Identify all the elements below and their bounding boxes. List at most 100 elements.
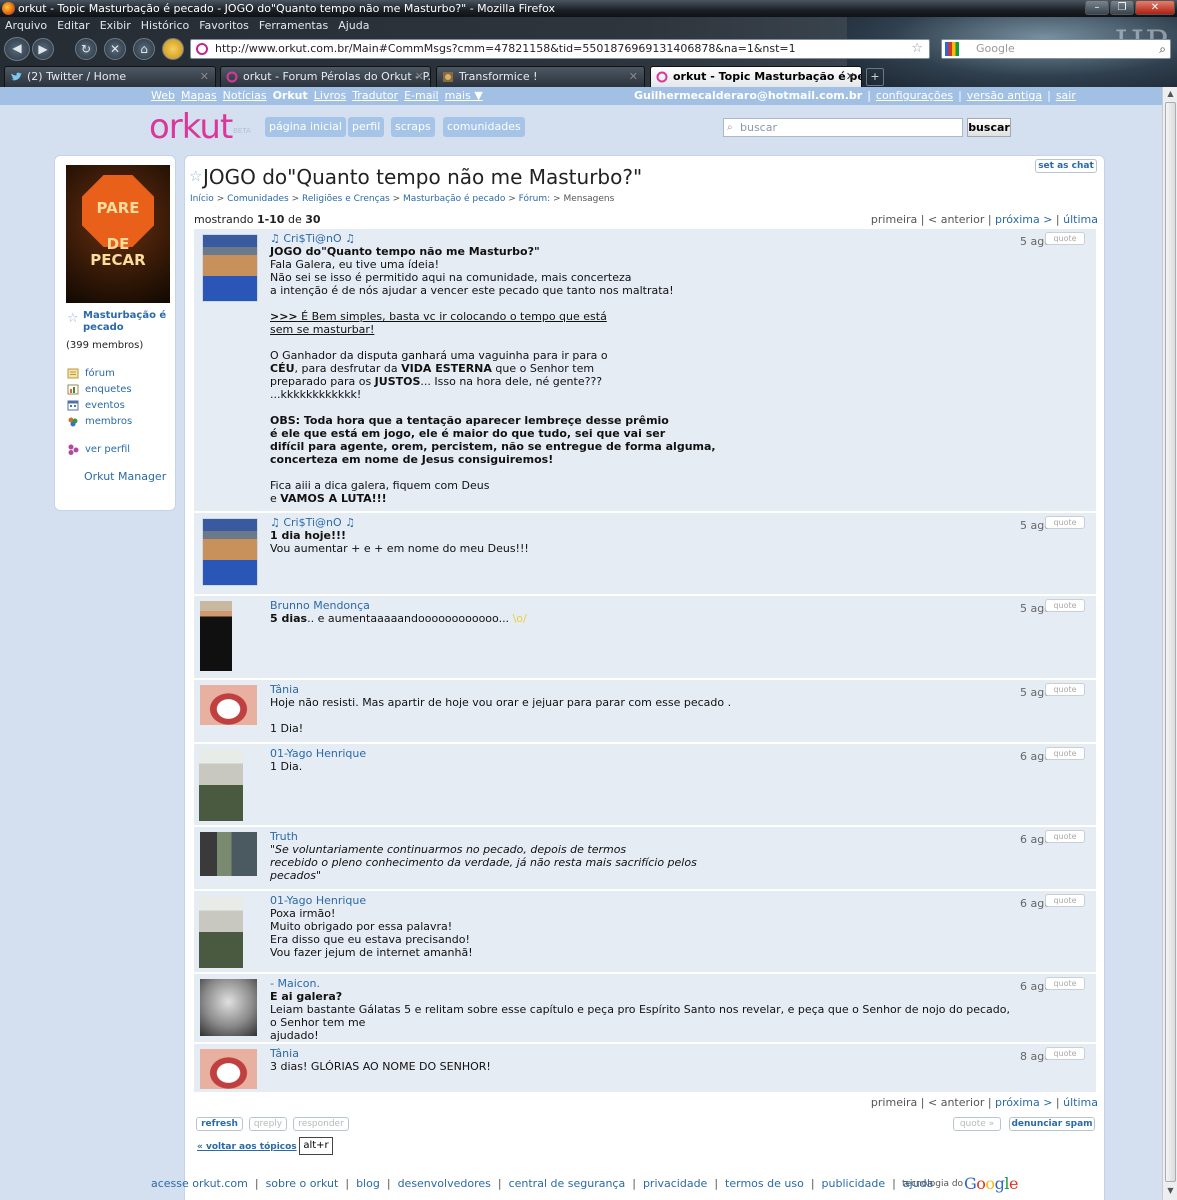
stop-icon[interactable]: ✕ <box>104 38 126 60</box>
forward-arrow-icon[interactable]: ▶ <box>32 38 54 60</box>
menu-favoritos[interactable]: Favoritos <box>194 17 254 34</box>
quote-button[interactable]: quote <box>1045 830 1085 843</box>
avatar[interactable] <box>200 979 257 1036</box>
avatar[interactable] <box>200 601 232 671</box>
close-tab-icon[interactable]: ✕ <box>200 67 209 87</box>
scrollbar-thumb[interactable] <box>1165 102 1176 1182</box>
minimize-button[interactable]: – <box>1085 0 1109 15</box>
nav-scraps[interactable]: scraps <box>391 117 435 137</box>
footer-link[interactable]: central de segurança <box>509 1177 626 1190</box>
footer-link[interactable]: blog <box>356 1177 380 1190</box>
favorite-star-icon[interactable]: ☆ <box>189 167 202 185</box>
menu-editar[interactable]: Editar <box>52 17 95 34</box>
close-tab-icon[interactable]: ✕ <box>846 67 855 87</box>
search-icon[interactable]: ⌕ <box>1159 40 1166 58</box>
avatar[interactable] <box>199 749 243 821</box>
sidebar-item-forum[interactable]: fórum <box>67 367 115 381</box>
menu-arquivo[interactable]: Arquivo <box>0 17 52 34</box>
sidebar-item-ver-perfil[interactable]: ver perfil <box>67 443 130 457</box>
quote-button[interactable]: quote <box>1045 683 1085 696</box>
quote-button[interactable]: quote <box>1045 232 1085 245</box>
quote-button[interactable]: quote <box>1045 977 1085 990</box>
quote-button[interactable]: quote <box>1045 894 1085 907</box>
pager-proxima[interactable]: próxima > <box>995 1096 1052 1109</box>
sidebar-item-eventos[interactable]: eventos <box>67 399 125 413</box>
menu-ajuda[interactable]: Ajuda <box>333 17 374 34</box>
breadcrumb-forum[interactable]: Fórum: <box>519 194 551 204</box>
post-author[interactable]: 01-Yago Henrique <box>270 894 1096 907</box>
back-arrow-icon[interactable]: ◀ <box>4 37 30 61</box>
breadcrumb-community[interactable]: Masturbação é pecado <box>403 194 505 204</box>
nav-perfil[interactable]: perfil <box>348 117 385 137</box>
post-author[interactable]: ♫ Cri$Ti@nO ♫ <box>270 516 1096 529</box>
link-mapas[interactable]: Mapas <box>181 87 217 105</box>
breadcrumb-religioes[interactable]: Religiões e Crenças <box>302 194 390 204</box>
avatar[interactable] <box>199 896 243 968</box>
orkut-search-input[interactable]: ⌕ buscar <box>723 118 963 137</box>
nav-pagina-inicial[interactable]: página inicial <box>265 117 346 137</box>
link-email[interactable]: E-mail <box>404 87 439 105</box>
footer-link[interactable]: publicidade <box>822 1177 886 1190</box>
menu-historico[interactable]: Histórico <box>136 17 194 34</box>
post-author[interactable]: Brunno Mendonça <box>270 599 1096 612</box>
menu-ferramentas[interactable]: Ferramentas <box>254 17 333 34</box>
report-spam-button[interactable]: denunciar spam <box>1009 1117 1095 1131</box>
post-author[interactable]: Tânia <box>270 1047 1096 1060</box>
url-bar[interactable]: http://www.orkut.com.br/Main#CommMsgs?cm… <box>190 39 930 59</box>
quote-button[interactable]: quote <box>1045 516 1085 529</box>
maximize-button[interactable]: ❐ <box>1110 0 1134 15</box>
new-tab-button[interactable]: + <box>866 68 884 86</box>
footer-link[interactable]: privacidade <box>643 1177 707 1190</box>
breadcrumb-inicio[interactable]: Início <box>190 194 214 204</box>
bookmark-star-icon[interactable]: ☆ <box>911 40 923 58</box>
avatar[interactable] <box>202 234 258 302</box>
sidebar-item-enquetes[interactable]: enquetes <box>67 383 132 397</box>
post-author[interactable]: Truth <box>270 830 1096 843</box>
avatar[interactable] <box>200 685 257 725</box>
vertical-scrollbar[interactable]: ▲ ▼ <box>1162 87 1177 1200</box>
quote-button[interactable]: quote <box>1045 1047 1085 1060</box>
home-icon[interactable]: ⌂ <box>133 38 155 60</box>
refresh-button[interactable]: refresh <box>196 1117 243 1131</box>
link-noticias[interactable]: Notícias <box>223 87 267 105</box>
favorite-star-icon[interactable]: ☆ <box>67 311 79 326</box>
close-window-button[interactable]: ✕ <box>1135 0 1175 15</box>
menu-exibir[interactable]: Exibir <box>95 17 136 34</box>
scroll-down-icon[interactable]: ▼ <box>1165 1186 1176 1198</box>
link-configuracoes[interactable]: configurações <box>876 87 953 105</box>
link-mais[interactable]: mais ▼ <box>445 87 483 105</box>
close-tab-icon[interactable]: ✕ <box>629 67 638 87</box>
scroll-up-icon[interactable]: ▲ <box>1165 89 1176 101</box>
community-name[interactable]: Masturbação é pecado <box>83 310 173 334</box>
tab-twitter[interactable]: (2) Twitter / Home ✕ <box>4 66 216 87</box>
addon-icon[interactable] <box>162 38 184 60</box>
orkut-logo[interactable]: orkut BETA <box>149 109 251 145</box>
pager-ultima[interactable]: última <box>1063 213 1098 226</box>
breadcrumb-comunidades[interactable]: Comunidades <box>227 194 289 204</box>
browser-search-box[interactable]: Google ⌕ <box>941 39 1171 59</box>
link-livros[interactable]: Livros <box>314 87 346 105</box>
quote-button[interactable]: quote <box>1045 599 1085 612</box>
avatar[interactable] <box>202 518 258 586</box>
community-image[interactable]: PARE DE PECAR <box>66 165 170 303</box>
footer-link[interactable]: acesse orkut.com <box>151 1177 248 1190</box>
pager-ultima[interactable]: última <box>1063 1096 1098 1109</box>
search-button[interactable]: buscar <box>967 118 1011 137</box>
close-tab-icon[interactable]: ✕ <box>415 67 424 87</box>
footer-link[interactable]: sobre o orkut <box>266 1177 339 1190</box>
google-engine-icon[interactable] <box>945 42 959 56</box>
avatar[interactable] <box>200 832 257 876</box>
footer-link[interactable]: desenvolvedores <box>398 1177 491 1190</box>
quote-button[interactable]: quote <box>1045 747 1085 760</box>
tab-transformice[interactable]: Transformice ! ✕ <box>436 66 645 87</box>
post-author[interactable]: ♫ Cri$Ti@nO ♫ <box>270 232 1096 245</box>
post-author[interactable]: - Maicon. <box>270 977 1096 990</box>
tab-orkut-topic[interactable]: orkut - Topic Masturbação é peca...✕ <box>650 66 862 87</box>
link-web[interactable]: Web <box>151 87 175 105</box>
nav-comunidades[interactable]: comunidades <box>443 117 525 137</box>
tab-orkut-forum[interactable]: orkut - Forum Pérolas do Orkut - P... ✕ <box>220 66 431 87</box>
footer-link[interactable]: termos de uso <box>725 1177 804 1190</box>
reload-icon[interactable]: ↻ <box>75 38 97 60</box>
link-tradutor[interactable]: Tradutor <box>352 87 398 105</box>
orkut-manager-link[interactable]: Orkut Manager <box>84 470 166 483</box>
